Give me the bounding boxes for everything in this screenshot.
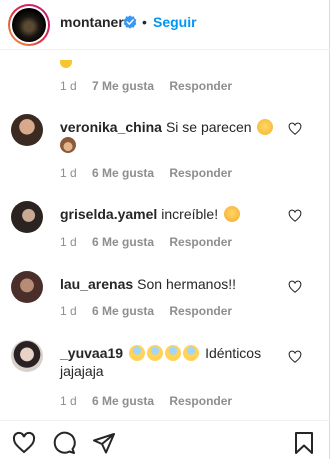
author-avatar[interactable] bbox=[8, 4, 50, 46]
verified-badge-icon bbox=[123, 15, 137, 29]
bookmark-icon[interactable] bbox=[292, 431, 316, 455]
author-username[interactable]: montaner bbox=[60, 14, 124, 30]
screaming-face-emoji-icon bbox=[183, 345, 200, 361]
see-no-evil-monkey-emoji-icon bbox=[60, 137, 76, 153]
comment-time[interactable]: 1 d bbox=[60, 166, 77, 180]
heart-outline-icon[interactable] bbox=[288, 280, 302, 294]
post-action-bar bbox=[0, 420, 330, 459]
reply-button[interactable]: Responder bbox=[169, 79, 232, 93]
follow-button[interactable]: Seguir bbox=[153, 14, 197, 30]
comment-username[interactable]: _yuvaa19 bbox=[60, 345, 123, 361]
comment-body: increíble! bbox=[161, 206, 219, 222]
paper-plane-icon[interactable] bbox=[92, 431, 116, 455]
comment-text: lau_arenas Son hermanos!! bbox=[60, 275, 275, 293]
reply-button[interactable]: Responder bbox=[169, 304, 232, 318]
comment-body: Si se parecen bbox=[165, 119, 252, 135]
comment-time[interactable]: 1 d bbox=[60, 79, 77, 93]
comment-meta: 1 d 6 Me gusta Responder bbox=[60, 304, 244, 318]
comment-username[interactable]: lau_arenas bbox=[60, 276, 133, 292]
reply-button[interactable]: Responder bbox=[169, 394, 232, 408]
heart-outline-icon[interactable] bbox=[288, 122, 302, 136]
reply-button[interactable]: Responder bbox=[169, 166, 232, 180]
comment-likes[interactable]: 6 Me gusta bbox=[92, 235, 154, 249]
comment-time[interactable]: 1 d bbox=[60, 235, 77, 249]
commenter-avatar[interactable] bbox=[11, 201, 43, 233]
screaming-face-emoji-icon bbox=[129, 345, 146, 361]
partial-emoji bbox=[60, 60, 72, 68]
comment-bubble-icon[interactable] bbox=[52, 431, 76, 455]
comment-body: Son hermanos!! bbox=[137, 276, 237, 292]
comment-text: veronika_china Si se parecen bbox=[60, 118, 275, 154]
heart-outline-icon[interactable] bbox=[288, 350, 302, 364]
comment-username[interactable]: veronika_china bbox=[60, 119, 162, 135]
comment-meta: 1 d 6 Me gusta Responder bbox=[60, 166, 244, 180]
comment-time[interactable]: 1 d bbox=[60, 394, 77, 408]
comment-meta: 1 d 7 Me gusta Responder bbox=[60, 79, 244, 93]
comment-meta: 1 d 6 Me gusta Responder bbox=[60, 235, 244, 249]
comment-meta: 1 d 6 Me gusta Responder bbox=[60, 394, 244, 408]
comment-likes[interactable]: 6 Me gusta bbox=[92, 304, 154, 318]
winking-tongue-emoji-icon bbox=[223, 206, 240, 222]
flushed-face-emoji-icon bbox=[257, 119, 274, 135]
comment-username[interactable]: griselda.yamel bbox=[60, 206, 157, 222]
commenter-avatar[interactable] bbox=[11, 114, 43, 146]
post-comments-panel: montaner • Seguir 1 d 7 Me gusta Respond… bbox=[0, 0, 330, 459]
screaming-face-emoji-icon bbox=[165, 345, 182, 361]
post-header: montaner • Seguir bbox=[0, 0, 330, 50]
comment-text: griselda.yamel increíble! bbox=[60, 205, 275, 223]
comment-likes[interactable]: 6 Me gusta bbox=[92, 166, 154, 180]
reply-button[interactable]: Responder bbox=[169, 235, 232, 249]
heart-outline-icon[interactable] bbox=[288, 209, 302, 223]
commenter-avatar[interactable] bbox=[11, 271, 43, 303]
like-heart-icon[interactable] bbox=[12, 431, 36, 455]
screaming-face-emoji-icon bbox=[147, 345, 164, 361]
comment-time[interactable]: 1 d bbox=[60, 304, 77, 318]
comment-likes[interactable]: 6 Me gusta bbox=[92, 394, 154, 408]
header-separator: • bbox=[142, 14, 147, 30]
comment-likes[interactable]: 7 Me gusta bbox=[92, 79, 154, 93]
commenter-avatar[interactable] bbox=[11, 340, 43, 372]
comment-text: _yuvaa19 Idénticos jajajaja bbox=[60, 344, 275, 380]
